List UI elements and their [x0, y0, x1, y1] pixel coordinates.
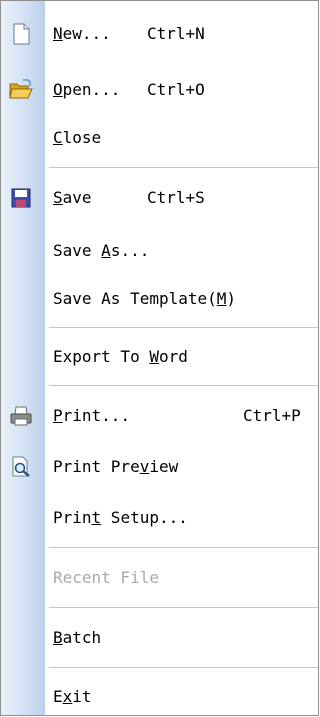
menu-item-save-as-template[interactable]: Save As Template(M)	[1, 279, 318, 319]
printer-icon	[9, 405, 33, 427]
menu-item-exit[interactable]: Exit	[1, 677, 318, 717]
menu-separator	[49, 547, 318, 548]
shortcut-label: Ctrl+N	[147, 24, 205, 43]
menu-item-label: Close	[53, 128, 102, 147]
menu-item-label: Open...	[53, 80, 121, 99]
print-preview-icon	[9, 456, 33, 478]
menu-item-label: Exit	[53, 687, 92, 706]
menu-item-label: Print Setup...	[53, 508, 188, 527]
open-folder-icon	[9, 79, 33, 101]
save-floppy-icon	[9, 187, 33, 209]
menu-separator	[49, 167, 318, 168]
menu-item-close[interactable]: Close	[1, 118, 318, 158]
menu-item-label: Recent File	[53, 568, 159, 587]
menu-item-new[interactable]: New... Ctrl+N	[1, 14, 318, 54]
shortcut-label: Ctrl+S	[147, 188, 205, 207]
menu-item-label: Print...	[53, 406, 131, 425]
menu-item-label: Print Preview	[53, 457, 179, 476]
menu-item-label: New...	[53, 24, 111, 43]
menu-item-save-as[interactable]: Save As...	[1, 231, 318, 271]
menu-item-print-setup[interactable]: Print Setup...	[1, 498, 318, 538]
menu-item-open[interactable]: Open... Ctrl+O	[1, 70, 318, 110]
menu-item-label: Export To Word	[53, 347, 188, 366]
menu-item-label: Save As...	[53, 241, 150, 260]
menu-separator	[49, 385, 318, 386]
new-document-icon	[9, 23, 33, 45]
menu-separator	[49, 667, 318, 668]
menu-item-print-preview[interactable]: Print Preview	[1, 447, 318, 487]
menu-separator	[49, 607, 318, 608]
menu-item-batch[interactable]: Batch	[1, 618, 318, 658]
shortcut-label: Ctrl+O	[147, 80, 205, 99]
menu-item-print[interactable]: Print... Ctrl+P	[1, 396, 318, 436]
menu-item-label: Save As Template(M)	[53, 289, 237, 308]
menu-item-recent-file: Recent File	[1, 558, 318, 598]
shortcut-label: Ctrl+P	[243, 406, 301, 425]
menu-item-label: Batch	[53, 628, 102, 647]
menu-item-export-to-word[interactable]: Export To Word	[1, 337, 318, 377]
menu-separator	[49, 327, 318, 328]
file-menu: New... Ctrl+N Open... Ctrl+O Close Save	[0, 0, 319, 716]
menu-item-save[interactable]: Save Ctrl+S	[1, 178, 318, 218]
menu-item-label: Save	[53, 188, 92, 207]
